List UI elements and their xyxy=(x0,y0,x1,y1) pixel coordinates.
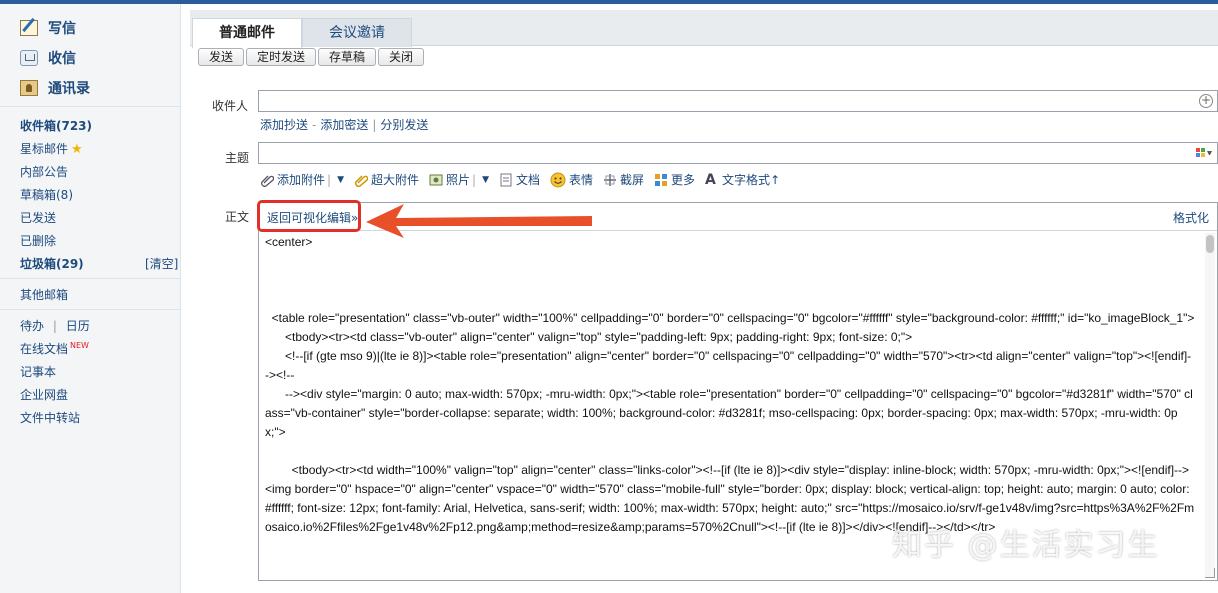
close-button[interactable]: 关闭 xyxy=(378,48,425,66)
chevron-down-icon[interactable]: ▼ xyxy=(337,175,344,185)
compose-toolbar: 发送 定时发送 存草稿 关闭 xyxy=(198,48,425,66)
separate-send-link[interactable]: 分别发送 xyxy=(380,118,428,132)
format-link[interactable]: 格式化 xyxy=(1173,209,1209,226)
screenshot-label: 截屏 xyxy=(620,173,645,187)
document-icon xyxy=(499,173,513,187)
receive-label: 收信 xyxy=(48,51,76,67)
folder-starred[interactable]: 星标邮件 ★ xyxy=(20,140,83,157)
resize-handle[interactable] xyxy=(1205,568,1215,578)
send-button[interactable]: 发送 xyxy=(198,48,245,66)
editor-scrollbar[interactable] xyxy=(1205,233,1215,578)
clear-spam-link[interactable]: [清空] xyxy=(145,255,178,272)
large-attachment-label: 超大附件 xyxy=(370,173,419,187)
smiley-icon xyxy=(550,172,566,188)
tab-normal-mail[interactable]: 普通邮件 xyxy=(192,18,302,48)
separator: | xyxy=(472,172,477,187)
new-badge: NEW xyxy=(70,341,89,350)
text-format-label: 文字格式 xyxy=(722,173,771,187)
grid-icon xyxy=(654,173,668,187)
inbox-icon xyxy=(20,50,38,66)
subject-label: 主题 xyxy=(225,151,250,165)
folder-announcements[interactable]: 内部公告 xyxy=(20,163,68,180)
attachment-toolbar: 添加附件 | ▼ 超大附件 照片 | ▼ 文档 表情 截屏 更多 A 文字格式 ↑ xyxy=(260,171,790,188)
chevron-down-icon[interactable]: ▼ xyxy=(482,175,489,185)
annotation-highlight-box xyxy=(257,200,361,232)
folder-deleted[interactable]: 已删除 xyxy=(20,232,56,249)
divider xyxy=(0,106,181,107)
schedule-send-button[interactable]: 定时发送 xyxy=(246,48,317,66)
emoji-button[interactable]: 表情 xyxy=(550,171,593,188)
add-attachment-label: 添加附件 xyxy=(277,173,326,187)
compose-button[interactable]: 写信 xyxy=(20,18,76,38)
folder-starred-label: 星标邮件 xyxy=(20,142,69,156)
tab-bar: 普通邮件 会议邀请 xyxy=(190,10,1218,48)
more-label: 更多 xyxy=(671,173,696,187)
add-cc-link[interactable]: 添加抄送 xyxy=(260,118,308,132)
separator: - xyxy=(312,118,317,132)
to-label: 收件人 xyxy=(212,99,249,113)
scissors-icon xyxy=(603,173,617,187)
separator: | xyxy=(52,319,57,333)
online-docs-label: 在线文档 xyxy=(20,342,69,356)
document-label: 文档 xyxy=(515,173,540,187)
receive-button[interactable]: 收信 xyxy=(20,48,76,68)
watermark: 知乎 @生活实习生 xyxy=(892,528,1160,563)
document-button[interactable]: 文档 xyxy=(499,171,540,188)
divider xyxy=(0,278,181,279)
photo-label: 照片 xyxy=(446,173,471,187)
contacts-label: 通讯录 xyxy=(48,81,90,97)
sidebar: 写信 收信 通讯录 收件箱(723) 星标邮件 ★ 内部公告 草稿箱(8) 已发送… xyxy=(0,4,181,593)
star-icon: ★ xyxy=(71,142,83,157)
photo-button[interactable]: 照片 | ▼ xyxy=(429,171,489,188)
subject-format-icon[interactable] xyxy=(1196,148,1212,158)
text-format-icon: A xyxy=(705,171,716,188)
calendar-link[interactable]: 日历 xyxy=(66,319,90,333)
to-field[interactable]: + xyxy=(258,90,1218,112)
folder-drafts[interactable]: 草稿箱(8) xyxy=(20,186,73,203)
text-format-button[interactable]: A 文字格式 ↑ xyxy=(705,171,780,188)
body-label: 正文 xyxy=(225,210,250,224)
folder-sent[interactable]: 已发送 xyxy=(20,209,56,226)
compose-label: 写信 xyxy=(48,21,76,37)
tab-meeting-invite[interactable]: 会议邀请 xyxy=(302,18,412,47)
paperclip-icon xyxy=(260,173,275,187)
compose-icon xyxy=(20,20,38,36)
text-format-arrow: ↑ xyxy=(770,172,781,187)
contacts-button[interactable]: 通讯录 xyxy=(20,78,90,98)
more-button[interactable]: 更多 xyxy=(654,171,695,188)
photo-icon xyxy=(429,173,443,187)
large-attachment-button[interactable]: 超大附件 xyxy=(354,171,419,188)
notes-link[interactable]: 记事本 xyxy=(20,363,56,380)
add-recipient-icon[interactable]: + xyxy=(1199,94,1213,108)
other-mailbox-link[interactable]: 其他邮箱 xyxy=(20,286,68,303)
recipient-options: 添加抄送 - 添加密送 | 分别发送 xyxy=(260,116,428,133)
add-attachment-button[interactable]: 添加附件 | ▼ xyxy=(260,171,344,188)
contacts-icon xyxy=(20,80,38,96)
large-paperclip-icon xyxy=(354,173,369,187)
folder-spam[interactable]: 垃圾箱(29) xyxy=(20,255,84,272)
scrollbar-thumb[interactable] xyxy=(1206,235,1214,253)
add-bcc-link[interactable]: 添加密送 xyxy=(320,118,368,132)
subject-field[interactable] xyxy=(258,142,1218,164)
online-docs-link[interactable]: 在线文档 NEW xyxy=(20,340,89,357)
todo-link[interactable]: 待办 xyxy=(20,319,44,333)
screenshot-button[interactable]: 截屏 xyxy=(603,171,644,188)
divider xyxy=(0,309,181,310)
folder-inbox[interactable]: 收件箱(723) xyxy=(20,117,92,134)
todo-calendar-row: 待办 | 日历 xyxy=(20,317,90,334)
file-transfer-link[interactable]: 文件中转站 xyxy=(20,409,80,426)
netdisk-link[interactable]: 企业网盘 xyxy=(20,386,68,403)
annotation-arrow-icon xyxy=(366,204,592,238)
save-draft-button[interactable]: 存草稿 xyxy=(318,48,377,66)
separator: | xyxy=(372,118,377,132)
emoji-label: 表情 xyxy=(569,173,594,187)
separator: | xyxy=(327,172,332,187)
